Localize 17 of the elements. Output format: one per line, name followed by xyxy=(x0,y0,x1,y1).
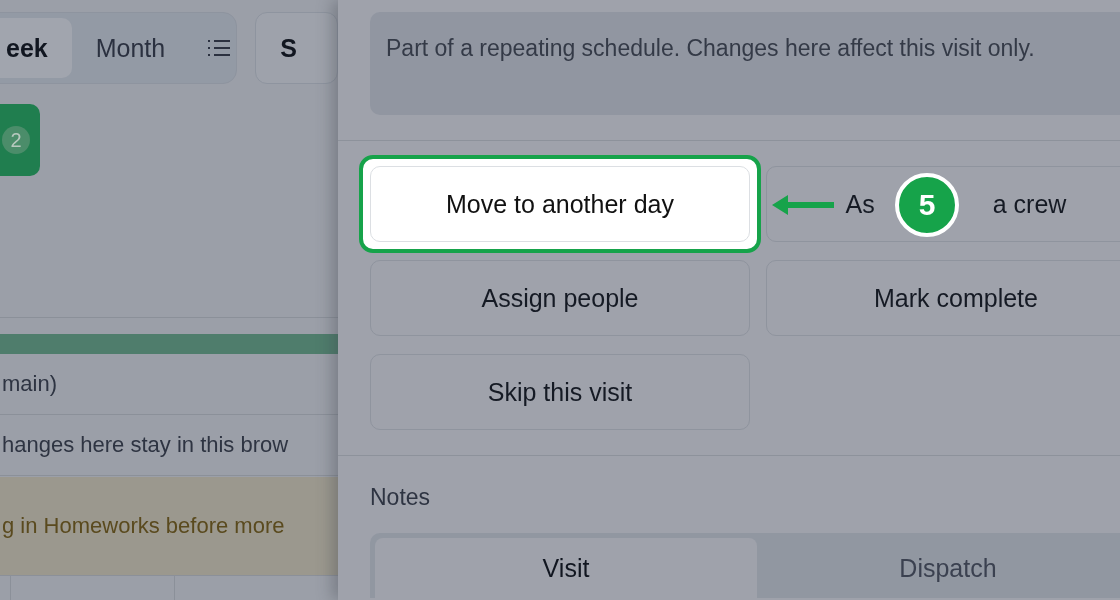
notes-tab[interactable]: Dispatch xyxy=(757,538,1120,598)
warning-text: g in Homeworks before more xyxy=(2,513,285,539)
notice-text: hanges here stay in this brow xyxy=(2,432,289,458)
view-tab[interactable]: Month xyxy=(71,18,190,78)
action-button[interactable]: Move to another day xyxy=(370,166,750,242)
toolbar-button[interactable]: S xyxy=(255,12,338,84)
section-heading: Notes xyxy=(370,484,432,511)
view-tab[interactable]: eek xyxy=(0,18,72,78)
row-label: main) xyxy=(2,371,57,397)
count-badge: 2 xyxy=(2,126,30,154)
action-button[interactable]: Skip this visit xyxy=(370,354,750,430)
info-text: Part of a repeating schedule. Changes here affect this visit only. xyxy=(386,35,1035,61)
list-icon[interactable] xyxy=(207,38,232,58)
pointer-arrow xyxy=(772,193,834,217)
action-button[interactable]: Mark complete xyxy=(766,260,1120,336)
notes-tab[interactable]: Visit xyxy=(375,538,757,598)
action-button[interactable]: Assign people xyxy=(370,260,750,336)
